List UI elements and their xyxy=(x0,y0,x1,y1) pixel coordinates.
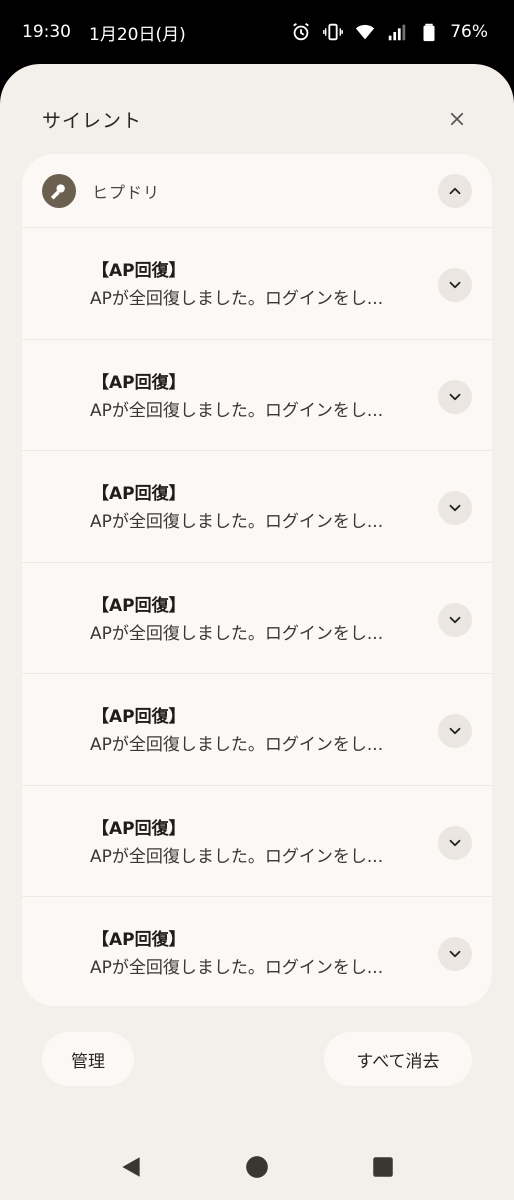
notification-item[interactable]: 【AP回復】 APが全回復しました。ログインをし... xyxy=(22,228,492,340)
vibrate-icon xyxy=(322,21,344,43)
notification-body: APが全回復しました。ログインをし... xyxy=(90,512,384,532)
notification-title: 【AP回復】 xyxy=(92,372,186,393)
notification-title: 【AP回復】 xyxy=(92,595,186,616)
alarm-icon xyxy=(290,21,312,43)
notification-body: APが全回復しました。ログインをし... xyxy=(90,289,384,309)
app-group-header[interactable]: ヒプドリ xyxy=(22,154,492,228)
notification-item[interactable]: 【AP回復】 APが全回復しました。ログインをし... xyxy=(22,340,492,451)
notification-body: APが全回復しました。ログインをし... xyxy=(90,846,384,867)
close-icon[interactable] xyxy=(442,104,472,134)
chevron-down-icon[interactable] xyxy=(438,379,472,414)
status-date: 1月20日(月) xyxy=(89,24,186,45)
back-icon[interactable] xyxy=(117,1153,145,1181)
notification-shade: サイレント ヒプドリ 【AP回復】 APが全回復しました。ログインをし... 【… xyxy=(0,64,514,1200)
notification-title: 【AP回復】 xyxy=(92,484,186,504)
notification-item[interactable]: 【AP回復】 APが全回復しました。ログインをし... xyxy=(22,897,492,1006)
battery-icon xyxy=(418,21,440,43)
chevron-down-icon[interactable] xyxy=(438,937,472,971)
notification-item[interactable]: 【AP回復】 APが全回復しました。ログインをし... xyxy=(22,451,492,563)
shade-header: サイレント xyxy=(42,104,472,134)
notification-body: APが全回復しました。ログインをし... xyxy=(90,958,384,978)
clear-all-button[interactable]: すべて消去 xyxy=(324,1032,472,1086)
recents-icon[interactable] xyxy=(369,1153,397,1181)
battery-level: 76% xyxy=(450,22,488,42)
chevron-down-icon[interactable] xyxy=(438,268,472,302)
notification-item[interactable]: 【AP回復】 APが全回復しました。ログインをし... xyxy=(22,563,492,674)
status-bar: 19:30 1月20日(月) 76% xyxy=(0,0,514,64)
notification-item[interactable]: 【AP回復】 APが全回復しました。ログインをし... xyxy=(22,674,492,786)
signal-icon xyxy=(386,21,408,43)
notification-body: APが全回復しました。ログインをし... xyxy=(90,623,384,644)
app-name: ヒプドリ xyxy=(92,182,161,202)
notification-group-card: ヒプドリ 【AP回復】 APが全回復しました。ログインをし... 【AP回復】 … xyxy=(22,154,492,1006)
notification-title: 【AP回復】 xyxy=(92,707,186,727)
home-icon[interactable] xyxy=(243,1153,271,1181)
manage-button[interactable]: 管理 xyxy=(42,1032,134,1086)
navigation-bar xyxy=(0,1134,514,1200)
microphone-icon xyxy=(42,173,76,208)
notification-body: APが全回復しました。ログインをし... xyxy=(90,735,384,755)
shade-title: サイレント xyxy=(42,109,143,132)
chevron-down-icon[interactable] xyxy=(438,714,472,748)
notification-title: 【AP回復】 xyxy=(92,930,186,950)
chevron-down-icon[interactable] xyxy=(438,825,472,860)
notification-title: 【AP回復】 xyxy=(92,818,186,839)
chevron-up-icon[interactable] xyxy=(438,174,472,208)
notification-title: 【AP回復】 xyxy=(92,261,186,281)
chevron-down-icon[interactable] xyxy=(438,602,472,637)
chevron-down-icon[interactable] xyxy=(438,491,472,525)
wifi-icon xyxy=(354,21,376,43)
notification-item[interactable]: 【AP回復】 APが全回復しました。ログインをし... xyxy=(22,786,492,897)
status-time: 19:30 xyxy=(22,22,71,42)
notification-body: APが全回復しました。ログインをし... xyxy=(90,400,384,421)
